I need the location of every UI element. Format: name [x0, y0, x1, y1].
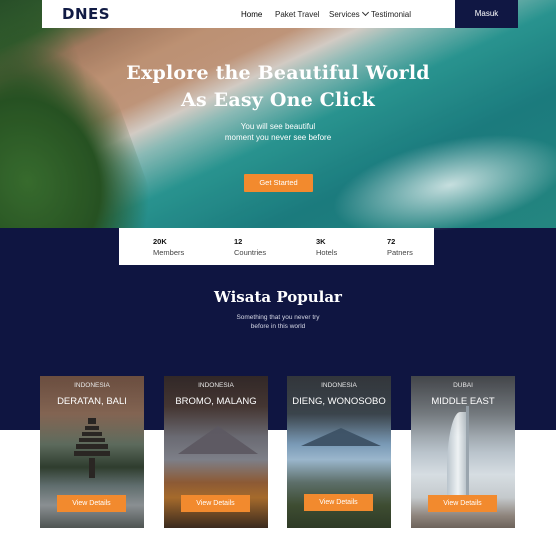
nav-services[interactable]: Services — [329, 8, 369, 19]
view-details-button[interactable]: View Details — [57, 495, 126, 512]
view-details-button[interactable]: View Details — [304, 494, 373, 511]
view-details-button[interactable]: View Details — [181, 495, 250, 512]
nav-home[interactable]: Home — [241, 10, 262, 19]
brand-logo[interactable]: DNES — [62, 5, 110, 23]
stat-label: Countries — [234, 248, 267, 257]
stat-value: 72 — [387, 237, 396, 246]
card-country: Indonesia — [74, 382, 110, 389]
stat-label: Patners — [387, 248, 413, 257]
card-country: Indonesia — [321, 382, 357, 389]
nav-services-label: Services — [329, 10, 360, 19]
card-title: DIENG, WONOSOBO — [292, 396, 386, 407]
nav-paket-travel[interactable]: Paket Travel — [275, 10, 319, 19]
destination-card-middle-east[interactable]: Dubai MIDDLE EAST View Details — [411, 376, 515, 528]
destination-card-bromo[interactable]: Indonesia BROMO, MALANG View Details — [164, 376, 268, 528]
section-subtitle-line1: Something that you never try — [236, 314, 320, 321]
hero-banner — [0, 0, 556, 230]
card-country: Indonesia — [198, 382, 234, 389]
stat-value: 20K — [153, 237, 167, 246]
destination-card-bali[interactable]: Indonesia DERATAN, BALI View Details — [40, 376, 144, 528]
landing-page: DNES Home Paket Travel Services Testimon… — [0, 0, 556, 542]
card-title: DERATAN, BALI — [57, 396, 127, 407]
stat-value: 12 — [234, 237, 243, 246]
destination-card-dieng[interactable]: Indonesia DIENG, WONOSOBO View Details — [287, 376, 391, 528]
hero-title-line1: Explore the Beautiful World — [126, 62, 430, 84]
stat-countries: 12 Countries — [234, 237, 266, 257]
hero-subtitle-line2: moment you never see before — [224, 133, 332, 142]
stat-patners: 72 Patners — [387, 237, 413, 257]
stats-bar: 20K Members 12 Countries 3K Hotels 72 Pa… — [119, 228, 434, 265]
stat-members: 20K Members — [153, 237, 184, 257]
card-title: BROMO, MALANG — [175, 396, 257, 407]
view-details-button[interactable]: View Details — [428, 495, 497, 512]
login-button[interactable]: Masuk — [455, 0, 518, 28]
section-subtitle-line2: before in this world — [250, 323, 306, 330]
hero-title-line2: As Easy One Click — [181, 89, 375, 111]
card-country: Dubai — [453, 382, 473, 389]
card-title: MIDDLE EAST — [431, 396, 495, 407]
stat-value: 3K — [316, 237, 326, 246]
nav-testimonial[interactable]: Testimonial — [371, 10, 411, 19]
get-started-button[interactable]: Get Started — [244, 174, 313, 192]
top-navbar: DNES Home Paket Travel Services Testimon… — [42, 0, 455, 28]
hero-subtitle-line1: You will see beautiful — [240, 122, 316, 131]
section-title: Wisata Popular — [214, 288, 342, 306]
stat-label: Hotels — [316, 248, 338, 257]
stat-label: Members — [153, 248, 185, 257]
stat-hotels: 3K Hotels — [316, 237, 337, 257]
chevron-down-icon — [361, 8, 369, 17]
